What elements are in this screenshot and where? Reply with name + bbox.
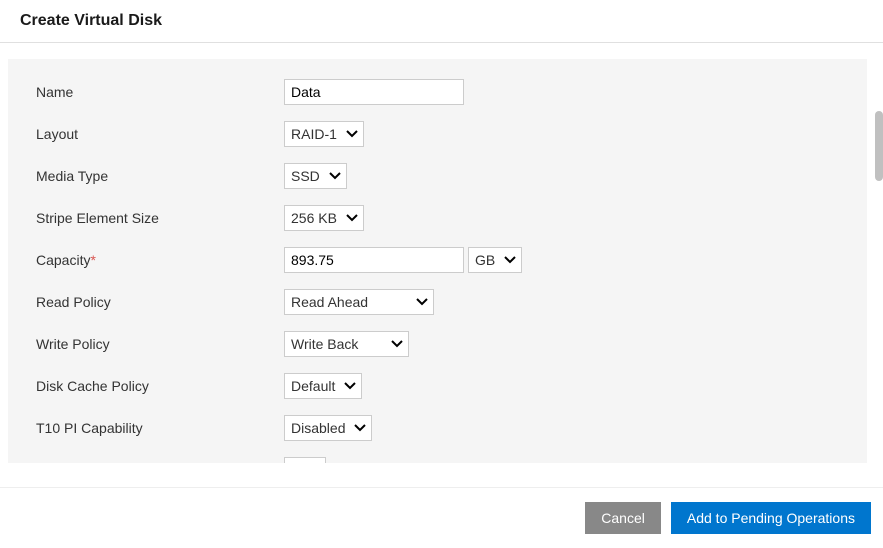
media-type-value: SSD	[291, 168, 320, 184]
capacity-unit-value: GB	[475, 252, 495, 268]
span-count-value: 1	[291, 462, 299, 463]
required-marker: *	[90, 252, 95, 268]
name-input[interactable]	[284, 79, 464, 105]
t10-pi-value: Disabled	[291, 420, 345, 436]
media-type-select[interactable]: SSD	[284, 163, 347, 189]
row-name: Name	[36, 79, 839, 105]
disk-cache-select[interactable]: Default	[284, 373, 362, 399]
chevron-down-icon	[344, 382, 356, 390]
row-layout: Layout RAID-1	[36, 121, 839, 147]
form-panel: Name Layout RAID-1 Media Type SSD	[8, 59, 867, 463]
content-wrapper: Name Layout RAID-1 Media Type SSD	[0, 43, 883, 463]
row-t10-pi: T10 PI Capability Disabled	[36, 415, 839, 441]
row-media-type: Media Type SSD	[36, 163, 839, 189]
row-disk-cache: Disk Cache Policy Default	[36, 373, 839, 399]
add-to-pending-button[interactable]: Add to Pending Operations	[671, 502, 871, 534]
chevron-down-icon	[354, 424, 366, 432]
label-name: Name	[36, 84, 284, 100]
stripe-size-select[interactable]: 256 KB	[284, 205, 364, 231]
row-span-count: Span Count 1	[36, 457, 839, 463]
chevron-down-icon	[416, 298, 428, 306]
scrollbar-track[interactable]	[873, 91, 883, 393]
chevron-down-icon	[391, 340, 403, 348]
write-policy-value: Write Back	[291, 336, 358, 352]
label-layout: Layout	[36, 126, 284, 142]
label-span-count: Span Count	[36, 462, 284, 463]
layout-value: RAID-1	[291, 126, 337, 142]
label-read-policy: Read Policy	[36, 294, 284, 310]
stripe-size-value: 256 KB	[291, 210, 337, 226]
scrollbar-thumb[interactable]	[875, 111, 883, 181]
read-policy-value: Read Ahead	[291, 294, 368, 310]
label-write-policy: Write Policy	[36, 336, 284, 352]
disk-cache-value: Default	[291, 378, 335, 394]
row-capacity: Capacity* GB	[36, 247, 839, 273]
row-stripe-size: Stripe Element Size 256 KB	[36, 205, 839, 231]
label-disk-cache: Disk Cache Policy	[36, 378, 284, 394]
label-media-type: Media Type	[36, 168, 284, 184]
row-read-policy: Read Policy Read Ahead	[36, 289, 839, 315]
capacity-unit-select[interactable]: GB	[468, 247, 522, 273]
chevron-down-icon	[504, 256, 516, 264]
row-write-policy: Write Policy Write Back	[36, 331, 839, 357]
chevron-down-icon	[329, 172, 341, 180]
span-count-select[interactable]: 1	[284, 457, 326, 463]
cancel-button[interactable]: Cancel	[585, 502, 661, 534]
dialog-header: Create Virtual Disk	[0, 0, 883, 43]
label-t10-pi: T10 PI Capability	[36, 420, 284, 436]
t10-pi-select[interactable]: Disabled	[284, 415, 372, 441]
write-policy-select[interactable]: Write Back	[284, 331, 409, 357]
layout-select[interactable]: RAID-1	[284, 121, 364, 147]
capacity-input[interactable]	[284, 247, 464, 273]
dialog-title: Create Virtual Disk	[20, 12, 863, 30]
dialog-footer: Cancel Add to Pending Operations	[0, 487, 883, 548]
label-capacity: Capacity*	[36, 252, 284, 268]
chevron-down-icon	[346, 130, 358, 138]
label-stripe-size: Stripe Element Size	[36, 210, 284, 226]
chevron-down-icon	[346, 214, 358, 222]
read-policy-select[interactable]: Read Ahead	[284, 289, 434, 315]
